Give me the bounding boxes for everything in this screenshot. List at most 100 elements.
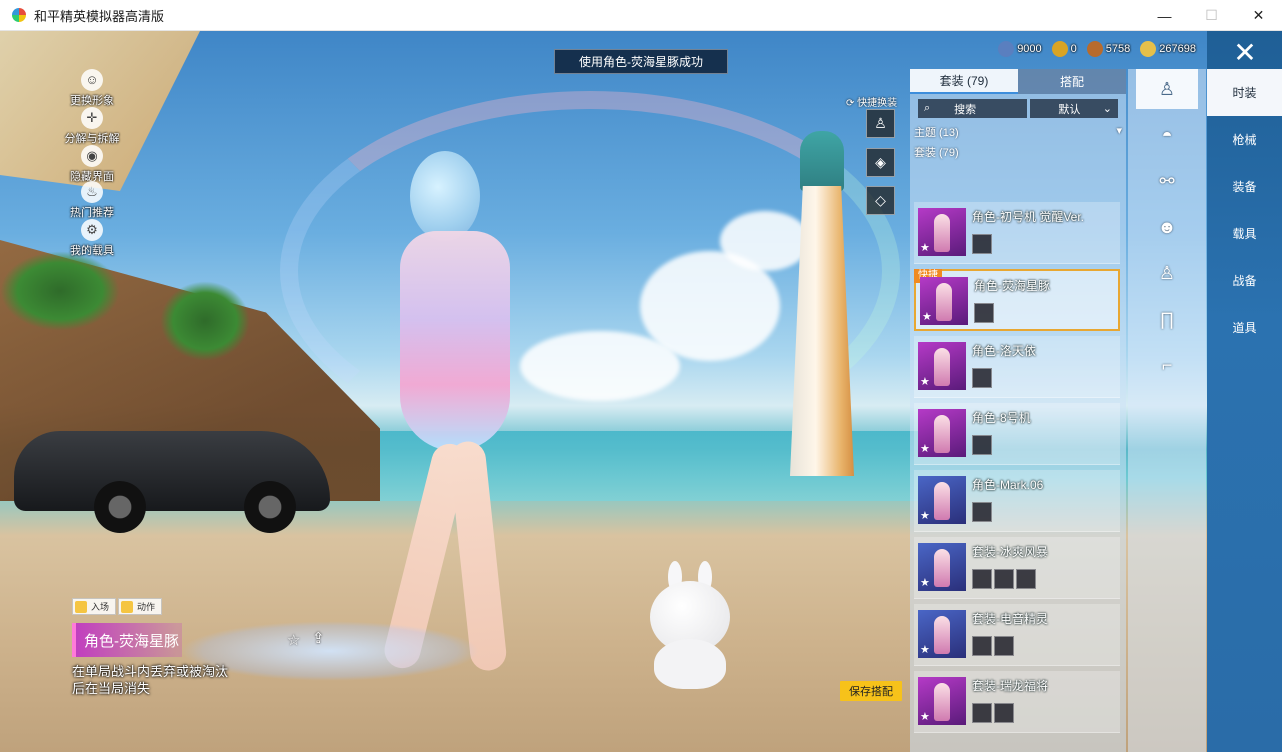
toast-message: 使用角色-荧海星豚成功	[554, 49, 728, 74]
pet-companion	[644, 561, 736, 689]
piece-thumbnail[interactable]	[972, 569, 992, 589]
star-icon: ★	[920, 577, 930, 589]
piece-thumbnail[interactable]	[972, 636, 992, 656]
filter-theme[interactable]: 主题 (13) ▾	[910, 122, 1126, 142]
pants-slot-icon[interactable]: ∏	[1136, 299, 1198, 339]
tab-combos[interactable]: 搭配	[1018, 69, 1126, 94]
search-row: ⌕ 搜索 默认 ⌄	[910, 94, 1126, 122]
outfit-item[interactable]: ★ 套装-瑞龙福将	[914, 671, 1120, 733]
outfit-figure-icon: ♙	[874, 115, 887, 131]
category-items[interactable]: 道具	[1207, 304, 1282, 351]
category-vehicles[interactable]: 载具	[1207, 210, 1282, 257]
hot-button[interactable]: ♨ 热门推荐	[62, 181, 122, 220]
outfit-list: ★ 角色-初号机 觉醒Ver. 快捷 ★ 角色-荧海星豚 ★ 角色-洛天依 ★ …	[910, 202, 1126, 738]
outfit-item[interactable]: ★ 角色-Mark.06	[914, 470, 1120, 532]
outfit-thumbnail: ★	[918, 476, 966, 524]
star-icon: ★	[920, 644, 930, 656]
category-list: 时装 枪械 装备 载具 战备 道具	[1207, 69, 1282, 351]
panel-tabs: 套装 (79) 搭配	[910, 69, 1126, 94]
character-name: 角色-荧海星豚	[72, 623, 182, 657]
person-icon: ☺	[81, 69, 103, 91]
top-slot-icon[interactable]: ♙	[1136, 253, 1198, 293]
split-button[interactable]: ✛ 分解与拆解	[62, 107, 122, 146]
outfit-item-selected[interactable]: 快捷 ★ 角色-荧海星豚	[914, 269, 1120, 331]
piece-thumbnail[interactable]	[974, 303, 994, 323]
minimize-button[interactable]: —	[1141, 0, 1188, 31]
fire-icon: ♨	[81, 181, 103, 203]
eye-icon: ◉	[81, 145, 103, 167]
piece-thumbnail[interactable]	[972, 502, 992, 522]
outfit-thumbnail: ★	[918, 409, 966, 457]
glasses-slot-icon[interactable]: ⚯	[1136, 161, 1198, 201]
slot-icon-column: ♙ ◓ ⚯ ☻ ♙ ∏ ⌐	[1128, 69, 1206, 752]
chevron-down-icon: ⌄	[1102, 103, 1112, 115]
outfit-thumbnail: ★	[918, 342, 966, 390]
car-icon: ⚙	[81, 219, 103, 241]
share-icon[interactable]: ⇪	[312, 629, 332, 649]
piece-thumbnail[interactable]	[972, 435, 992, 455]
piece-thumbnail[interactable]	[972, 703, 992, 723]
outfit-thumbnail: ★	[920, 277, 968, 325]
outfit-thumbnail: ★	[918, 543, 966, 591]
currency-gold: 267698	[1140, 41, 1196, 57]
category-fashion[interactable]: 时装	[1207, 69, 1282, 116]
favorite-star-icon[interactable]: ☆	[287, 631, 307, 651]
piece-thumbnail[interactable]	[994, 636, 1014, 656]
piece-thumbnail[interactable]	[972, 368, 992, 388]
dropdown-arrow-icon: ▾	[1116, 125, 1122, 137]
currency-crystal: 9000	[998, 41, 1042, 57]
vehicle-button[interactable]: ⚙ 我的载具	[62, 219, 122, 258]
view-button[interactable]: ◉ 隐藏界面	[62, 145, 122, 184]
action-tab[interactable]: 动作	[118, 598, 163, 615]
outfit-panel: 套装 (79) 搭配 ⌕ 搜索 默认 ⌄ 主题 (13) ▾ 套装 (79) ★…	[910, 69, 1126, 752]
star-icon: ★	[920, 711, 930, 723]
maximize-button[interactable]: ☐	[1188, 0, 1235, 31]
star-icon: ★	[920, 443, 930, 455]
category-weapons[interactable]: 枪械	[1207, 116, 1282, 163]
shoes-slot-icon[interactable]: ⌐	[1136, 345, 1198, 385]
search-input[interactable]: ⌕ 搜索	[918, 99, 1028, 118]
palm-tree-decoration	[0, 251, 120, 331]
quick-switch-label: ⟳ 快捷换装	[846, 98, 898, 109]
quick-slot-emblem[interactable]: ◈	[866, 148, 895, 177]
entrance-tab[interactable]: 入场	[72, 598, 117, 615]
character-model[interactable]	[280, 151, 580, 673]
quick-slot-outfit[interactable]: ♙	[866, 109, 895, 138]
crystal-coin-icon	[998, 41, 1015, 57]
gold-token-icon	[1051, 41, 1068, 57]
cap-slot-icon[interactable]: ◓	[1136, 115, 1198, 155]
outfit-item[interactable]: ★ 角色-初号机 觉醒Ver.	[914, 202, 1120, 264]
game-scene: ☺ 更换形象 ✛ 分解与拆解 ◉ 隐藏界面 ♨ 热门推荐 ⚙ 我的载具 使用角色…	[0, 31, 1282, 752]
window-controls: — ☐ ✕	[1141, 0, 1282, 31]
currency-bar: 9000 0 5758 267698	[998, 41, 1196, 57]
mask-slot-icon[interactable]: ☻	[1136, 207, 1198, 247]
piece-thumbnail[interactable]	[994, 569, 1014, 589]
quick-slot-badge[interactable]: ◇	[866, 186, 895, 215]
sort-dropdown[interactable]: 默认 ⌄	[1030, 99, 1118, 118]
outfit-item[interactable]: ★ 套装-电音精灵	[914, 604, 1120, 666]
piece-thumbnail[interactable]	[972, 234, 992, 254]
star-icon: ★	[920, 510, 930, 522]
category-equipment[interactable]: 装备	[1207, 163, 1282, 210]
filter-sets[interactable]: 套装 (79)	[910, 142, 1126, 162]
save-outfit-button[interactable]: 保存搭配	[840, 681, 902, 701]
star-icon: ★	[920, 242, 930, 254]
close-window-button[interactable]: ✕	[1235, 0, 1282, 31]
tab-sets[interactable]: 套装 (79)	[910, 69, 1018, 94]
category-battle-prep[interactable]: 战备	[1207, 257, 1282, 304]
split-icon: ✛	[81, 107, 103, 129]
palm-tree-decoration	[160, 281, 250, 361]
close-icon[interactable]: ✕	[1221, 35, 1269, 69]
outfit-item[interactable]: ★ 套装-冰爽风暴	[914, 537, 1120, 599]
change-look-button[interactable]: ☺ 更换形象	[62, 69, 122, 108]
star-icon: ★	[922, 311, 932, 323]
window-title: 和平精英模拟器高清版	[34, 9, 165, 25]
gold-coin-icon	[1140, 41, 1157, 57]
full-body-slot-icon[interactable]: ♙	[1136, 69, 1198, 109]
bronze-coin-icon	[1086, 41, 1103, 57]
piece-thumbnail[interactable]	[1016, 569, 1036, 589]
piece-thumbnail[interactable]	[994, 703, 1014, 723]
outfit-thumbnail: ★	[918, 677, 966, 725]
outfit-item[interactable]: ★ 角色-8号机	[914, 403, 1120, 465]
outfit-item[interactable]: ★ 角色-洛天依	[914, 336, 1120, 398]
